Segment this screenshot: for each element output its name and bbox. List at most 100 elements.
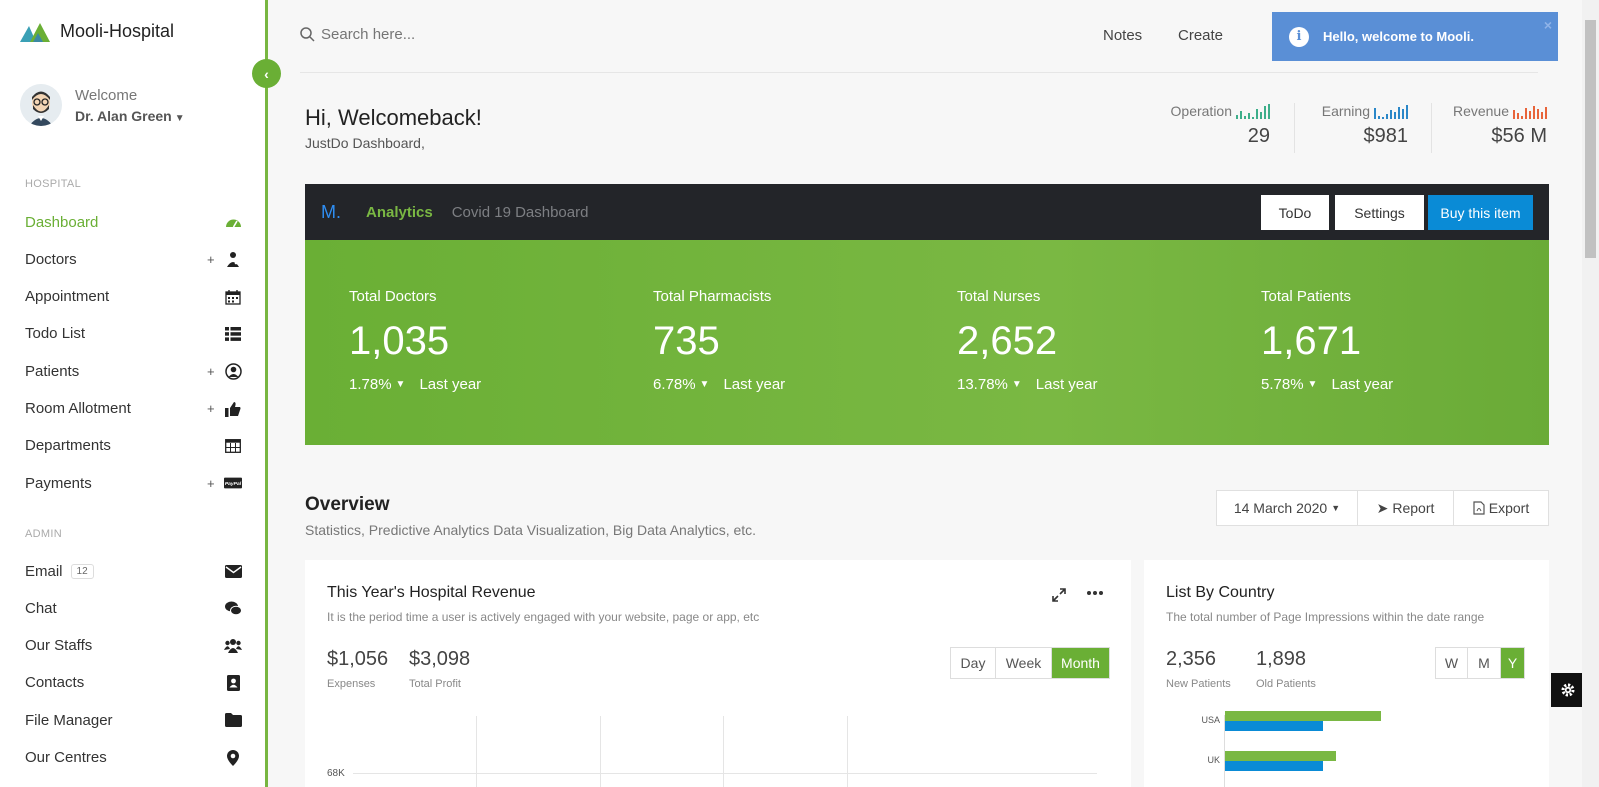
tab-covid-dashboard[interactable]: Covid 19 Dashboard — [452, 204, 589, 221]
date-dropdown[interactable]: 14 March 2020 ▼ — [1217, 491, 1358, 525]
y-tick-label: 68K — [327, 768, 345, 779]
revenue-card: This Year's Hospital Revenue It is the p… — [305, 560, 1131, 787]
sidebar-item-label: Patients — [25, 362, 80, 380]
sidebar-item-dashboard[interactable]: Dashboard — [0, 204, 265, 240]
stat-period: Last year — [419, 376, 482, 393]
scroll-thumb[interactable] — [1585, 20, 1596, 258]
stat-total-pharmacists: Total Pharmacists 735 6.78% ▼ Last year — [653, 288, 785, 393]
caret-down-icon: ▼ — [1331, 503, 1341, 513]
info-icon: i — [1289, 26, 1309, 47]
grid-line — [476, 716, 477, 787]
buy-button[interactable]: Buy this item — [1428, 195, 1533, 230]
sidebar-item-patients[interactable]: Patients + — [0, 353, 265, 389]
country-label: UK — [1207, 755, 1220, 765]
users-icon — [224, 637, 242, 655]
expand-plus-icon[interactable]: + — [207, 401, 215, 416]
user-profile[interactable]: Welcome Dr. Alan Green ▼ — [20, 84, 185, 126]
period-day[interactable]: Day — [951, 648, 996, 678]
caret-down-icon: ▼ — [699, 379, 710, 390]
stat-value: 1,035 — [349, 319, 450, 363]
dashboard-tabs-bar: M. Analytics Covid 19 Dashboard ToDo Set… — [305, 184, 1549, 240]
old-patients-bar — [1225, 761, 1323, 771]
sidebar-item-appointment[interactable]: Appointment — [0, 279, 265, 315]
sidebar-item-chat[interactable]: Chat — [0, 590, 265, 626]
grid-line — [723, 716, 724, 787]
profit-label: Total Profit — [409, 678, 461, 690]
notes-link[interactable]: Notes — [1103, 27, 1142, 44]
expand-plus-icon[interactable]: + — [207, 364, 215, 379]
sidebar-item-label: Payments — [25, 474, 92, 492]
caret-down-icon: ▼ — [1307, 379, 1318, 390]
dashboard-icon — [224, 213, 242, 231]
kpi-label: Revenue — [1452, 103, 1509, 119]
kpi-operation: Operation 29 — [1171, 103, 1270, 148]
stats-banner: Total Doctors 1,035 1.78% ▼ Last year Tota… — [305, 240, 1549, 445]
range-week[interactable]: W — [1436, 648, 1468, 678]
stat-value: 735 — [653, 319, 720, 363]
sidebar-item-doctors[interactable]: Doctors + — [0, 241, 265, 277]
sidebar-item-room-allotment[interactable]: Room Allotment + — [0, 391, 265, 427]
expand-plus-icon[interactable]: + — [207, 252, 215, 267]
expenses-value: $1,056 — [327, 648, 389, 670]
period-week[interactable]: Week — [996, 648, 1052, 678]
address-book-icon — [224, 674, 242, 692]
todo-button[interactable]: ToDo — [1261, 195, 1329, 230]
list-icon — [224, 325, 242, 343]
more-icon[interactable] — [1087, 590, 1103, 596]
search-input[interactable] — [321, 26, 621, 43]
paypal-icon: PayPal — [224, 474, 242, 492]
sidebar-item-departments[interactable]: Departments — [0, 428, 265, 464]
expand-icon[interactable] — [1052, 588, 1066, 602]
stat-value: 2,652 — [957, 319, 1058, 363]
sidebar-item-email[interactable]: Email 12 — [0, 553, 265, 589]
new-patients-bar — [1225, 751, 1337, 761]
user-circle-icon — [224, 362, 242, 380]
settings-panel-toggle[interactable] — [1551, 673, 1585, 707]
toast-message: Hello, welcome to Mooli. — [1323, 29, 1474, 44]
scrollbar[interactable] — [1582, 0, 1599, 787]
sidebar-section-label: HOSPITAL — [25, 178, 81, 190]
svg-text:PayPal: PayPal — [225, 481, 242, 487]
page-title: Hi, Welcomeback! — [305, 105, 482, 130]
kpi-label: Operation — [1170, 103, 1232, 119]
card-title: List By Country — [1166, 584, 1275, 601]
stat-label: Total Patients — [1261, 288, 1352, 305]
user-name-dropdown[interactable]: Dr. Alan Green ▼ — [75, 108, 185, 124]
sidebar-item-payments[interactable]: Payments + PayPal — [0, 465, 265, 501]
stat-change: 6.78% — [653, 376, 696, 393]
sidebar-item-contacts[interactable]: Contacts — [0, 665, 265, 701]
sidebar-item-file-manager[interactable]: File Manager — [0, 702, 265, 738]
map-marker-icon — [224, 749, 242, 767]
user-name: Dr. Alan Green — [75, 107, 172, 124]
stat-change: 5.78% — [1261, 376, 1304, 393]
stat-period: Last year — [723, 376, 786, 393]
range-year[interactable]: Y — [1501, 648, 1524, 678]
overview-subtitle: Statistics, Predictive Analytics Data Vi… — [305, 522, 757, 538]
sidebar-item-our-staffs[interactable]: Our Staffs — [0, 628, 265, 664]
calendar-icon — [224, 288, 242, 306]
range-month[interactable]: M — [1468, 648, 1501, 678]
report-button[interactable]: ➤ Report — [1358, 491, 1454, 525]
page-subtitle: JustDo Dashboard, — [305, 135, 425, 151]
new-patients-label: New Patients — [1166, 678, 1231, 690]
sidebar-collapse-button[interactable]: ‹ — [252, 59, 281, 88]
create-link[interactable]: Create — [1178, 27, 1223, 44]
caret-down-icon: ▼ — [1011, 379, 1022, 390]
sidebar-item-our-centres[interactable]: Our Centres — [0, 740, 265, 776]
period-month[interactable]: Month — [1052, 648, 1109, 678]
brand[interactable]: Mooli-Hospital — [20, 20, 174, 42]
settings-button[interactable]: Settings — [1335, 195, 1424, 230]
mini-bar-chart-icon — [1374, 105, 1408, 119]
sidebar-item-todo-list[interactable]: Todo List — [0, 316, 265, 352]
export-button[interactable]: Export — [1454, 491, 1548, 525]
country-card: List By Country The total number of Page… — [1144, 560, 1549, 787]
thumbs-up-icon — [224, 400, 242, 418]
tab-analytics[interactable]: Analytics — [366, 204, 433, 221]
close-icon[interactable]: × — [1544, 17, 1552, 33]
caret-down-icon: ▼ — [174, 112, 185, 124]
brand-name: Mooli-Hospital — [60, 20, 175, 41]
chat-icon — [224, 599, 242, 617]
stat-label: Total Pharmacists — [653, 288, 772, 305]
new-patients-value: 2,356 — [1166, 648, 1217, 670]
expand-plus-icon[interactable]: + — [207, 476, 215, 491]
